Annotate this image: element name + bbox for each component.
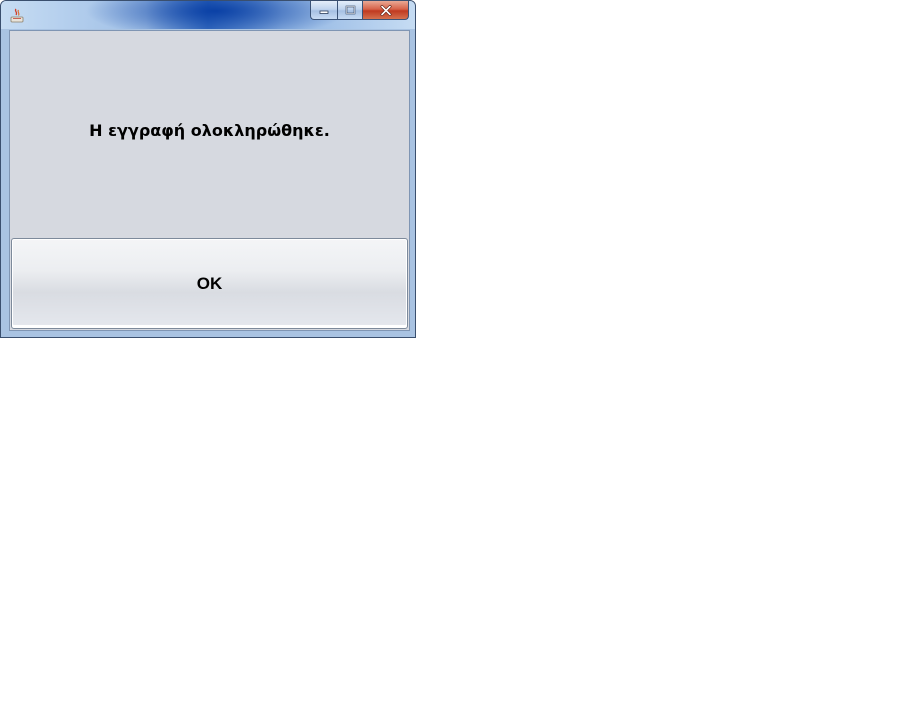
java-app-icon[interactable] (9, 7, 25, 23)
dialog-content: Η εγγραφή ολοκληρώθηκε. OK (9, 30, 410, 331)
dialog-message: Η εγγραφή ολοκληρώθηκε. (89, 121, 330, 140)
ok-button[interactable]: OK (11, 238, 408, 329)
caption-buttons (310, 1, 409, 21)
message-dialog-window: Η εγγραφή ολοκληρώθηκε. OK (0, 0, 416, 338)
close-icon (380, 4, 391, 16)
maximize-icon (345, 5, 355, 15)
close-button[interactable] (363, 1, 409, 20)
minimize-icon (319, 10, 329, 14)
maximize-button[interactable] (337, 1, 363, 20)
minimize-button[interactable] (310, 1, 337, 20)
title-bar[interactable] (1, 1, 415, 29)
